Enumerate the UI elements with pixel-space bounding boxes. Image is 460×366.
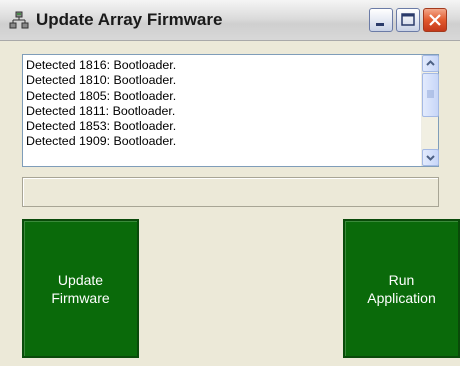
- array-network-icon: [9, 11, 29, 31]
- list-item: Detected 1853: Bootloader.: [26, 119, 177, 134]
- run-application-button[interactable]: Run Application: [343, 219, 460, 358]
- window-title: Update Array Firmware: [36, 10, 223, 29]
- minimize-icon: [376, 23, 384, 26]
- list-item: Detected 1810: Bootloader.: [26, 73, 177, 88]
- update-array-firmware-window: Update Array Firmware Detected 1816: Boo…: [0, 0, 460, 366]
- grip-icon: [427, 90, 434, 98]
- chevron-down-icon: [426, 155, 435, 161]
- list-item: Detected 1909: Bootloader.: [26, 134, 177, 149]
- vertical-scrollbar[interactable]: [421, 55, 439, 166]
- run-application-label: Run Application: [367, 271, 436, 306]
- maximize-button[interactable]: [396, 8, 420, 32]
- close-button[interactable]: [423, 8, 447, 32]
- log-lines: Detected 1816: Bootloader. Detected 1810…: [26, 58, 416, 150]
- title-bar[interactable]: Update Array Firmware: [0, 0, 460, 41]
- list-item: Detected 1816: Bootloader.: [26, 58, 177, 72]
- log-listbox[interactable]: Detected 1816: Bootloader. Detected 1810…: [22, 54, 439, 167]
- scroll-thumb[interactable]: [422, 73, 439, 117]
- update-firmware-label: Update Firmware: [51, 271, 110, 306]
- scroll-up-button[interactable]: [422, 55, 439, 72]
- close-icon: [429, 14, 441, 26]
- maximize-icon: [401, 13, 415, 26]
- chevron-up-icon: [426, 60, 435, 66]
- status-field: [22, 177, 439, 207]
- list-item: Detected 1805: Bootloader.: [26, 88, 177, 103]
- scroll-down-button[interactable]: [422, 149, 439, 166]
- update-firmware-button[interactable]: Update Firmware: [22, 219, 139, 358]
- list-item: Detected 1811: Bootloader.: [26, 103, 176, 118]
- minimize-button[interactable]: [369, 8, 393, 32]
